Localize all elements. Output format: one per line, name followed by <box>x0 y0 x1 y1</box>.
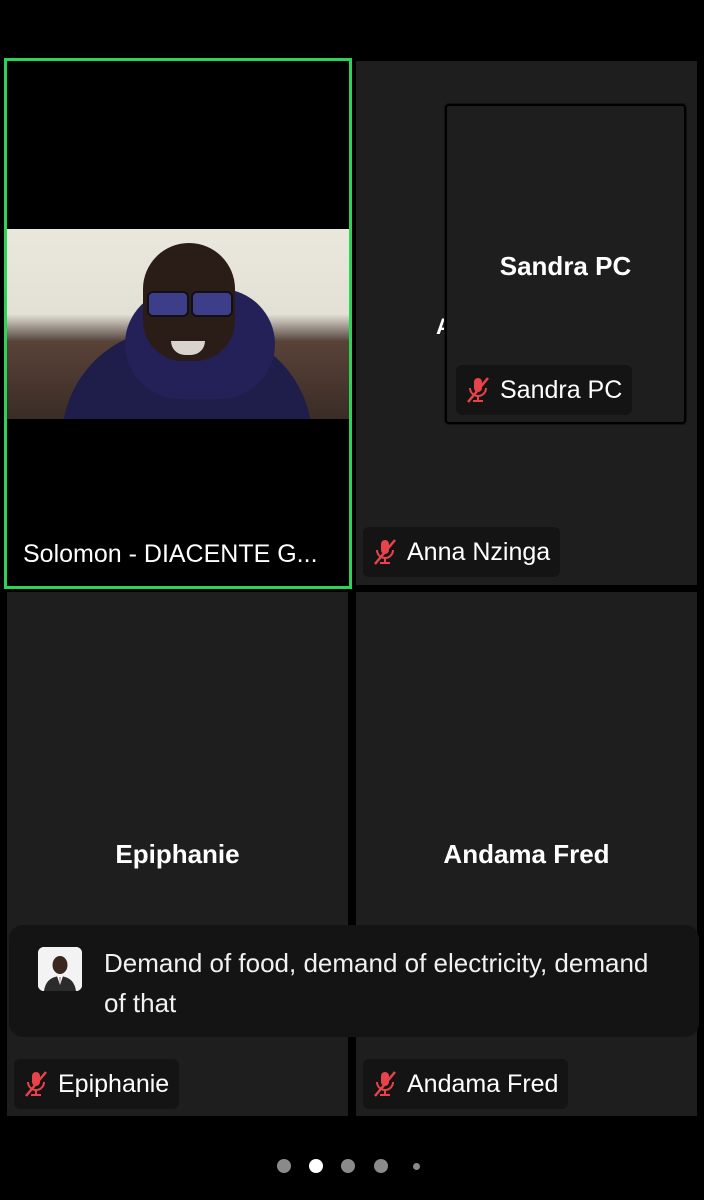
participant-name: Andama Fred <box>407 1069 559 1098</box>
participant-name-label: Epiphanie <box>14 1059 180 1109</box>
page-dot-current[interactable] <box>309 1159 323 1173</box>
video-tile-active-speaker[interactable]: Solomon - DIACENTE G... <box>4 58 352 589</box>
participant-name-label: Anna Nzinga <box>363 527 561 577</box>
live-caption: Demand of food, demand of electricity, d… <box>9 925 699 1037</box>
participant-name-label: Solomon - DIACENTE G... <box>23 529 318 579</box>
mic-off-icon <box>467 377 489 403</box>
video-tile-participant[interactable]: Andama Fred Andama Fred <box>356 592 697 1116</box>
page-dot[interactable] <box>374 1159 388 1173</box>
page-dot[interactable] <box>413 1163 420 1170</box>
participant-display-name: Sandra PC <box>499 251 632 281</box>
participant-name-label: Sandra PC <box>456 365 633 415</box>
caption-text: Demand of food, demand of electricity, d… <box>104 948 649 1018</box>
participant-display-name: Epiphanie <box>115 839 240 869</box>
participant-name: Epiphanie <box>58 1069 170 1098</box>
mic-off-icon <box>374 539 396 565</box>
self-view-tile[interactable]: Sandra PC Sandra PC <box>445 104 686 424</box>
page-indicator[interactable] <box>0 1159 704 1175</box>
participant-name-label: Andama Fred <box>363 1059 569 1109</box>
hidden-name-fragment: A <box>436 314 444 336</box>
participant-name: Solomon - DIACENTE G... <box>23 539 318 568</box>
speaker-avatar <box>38 947 82 991</box>
mic-off-icon <box>25 1071 47 1097</box>
participant-name: Sandra PC <box>500 375 623 404</box>
participant-video <box>7 229 349 419</box>
participant-display-name: Andama Fred <box>443 839 610 869</box>
mic-off-icon <box>374 1071 396 1097</box>
page-dot[interactable] <box>277 1159 291 1173</box>
page-dot[interactable] <box>341 1159 355 1173</box>
participant-name: Anna Nzinga <box>407 537 551 566</box>
video-tile-participant[interactable]: Epiphanie Epiphanie <box>7 592 348 1116</box>
